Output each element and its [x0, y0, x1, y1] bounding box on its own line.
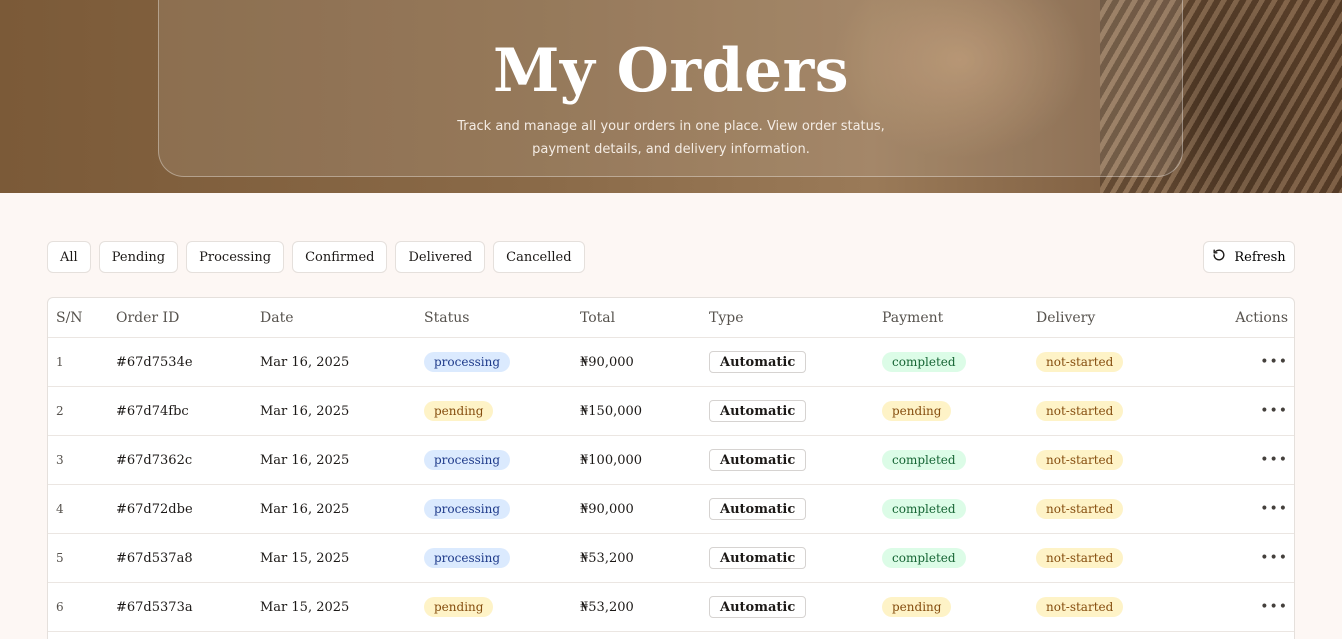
type-tag: Automatic	[709, 400, 807, 422]
order-date: Mar 15, 2025	[260, 599, 350, 615]
row-sn: 6	[56, 600, 64, 614]
more-actions-icon[interactable]: •••	[1260, 452, 1288, 468]
type-tag: Automatic	[709, 596, 807, 618]
column-header-actions: Actions	[1235, 309, 1288, 326]
order-date: Mar 16, 2025	[260, 501, 350, 517]
type-tag: Automatic	[709, 351, 807, 373]
table-row: 1 #67d7534e Mar 16, 2025 processing ₦90,…	[48, 338, 1294, 387]
row-sn: 5	[56, 551, 64, 565]
column-header-date: Date	[260, 309, 294, 326]
filter-pending-button[interactable]: Pending	[98, 241, 179, 273]
payment-badge: pending	[882, 597, 952, 617]
delivery-badge: not-started	[1036, 401, 1124, 421]
column-header-type: Type	[709, 309, 744, 326]
order-id: #67d5373a	[116, 599, 193, 615]
order-date: Mar 16, 2025	[260, 452, 350, 468]
refresh-icon	[1212, 248, 1226, 266]
filter-all-button[interactable]: All	[47, 241, 91, 273]
table-row: 4 #67d72dbe Mar 16, 2025 processing ₦90,…	[48, 485, 1294, 534]
refresh-label: Refresh	[1234, 249, 1286, 265]
order-total: ₦100,000	[580, 452, 643, 468]
status-badge: processing	[424, 499, 511, 519]
status-filter-bar: All Pending Processing Confirmed Deliver…	[47, 241, 585, 273]
status-badge: pending	[424, 597, 494, 617]
order-total: ₦150,000	[580, 403, 643, 419]
payment-badge: completed	[882, 450, 966, 470]
column-header-sn: S/N	[56, 309, 83, 326]
column-header-order-id: Order ID	[116, 309, 180, 326]
status-badge: processing	[424, 450, 511, 470]
table-row: 5 #67d537a8 Mar 15, 2025 processing ₦53,…	[48, 534, 1294, 583]
type-tag: Automatic	[709, 547, 807, 569]
more-actions-icon[interactable]: •••	[1260, 501, 1288, 517]
page-title: My Orders	[492, 36, 850, 106]
order-id: #67d72dbe	[116, 501, 193, 517]
more-actions-icon[interactable]: •••	[1260, 550, 1288, 566]
delivery-badge: not-started	[1036, 548, 1124, 568]
column-header-payment: Payment	[882, 309, 944, 326]
row-sn: 3	[56, 453, 64, 467]
row-sn: 4	[56, 502, 64, 516]
hero-banner: My Orders Track and manage all your orde…	[0, 0, 1342, 193]
column-header-status: Status	[424, 309, 470, 326]
table-row: 2 #67d74fbc Mar 16, 2025 pending ₦150,00…	[48, 387, 1294, 436]
payment-badge: completed	[882, 548, 966, 568]
row-sn: 2	[56, 404, 64, 418]
filter-delivered-button[interactable]: Delivered	[395, 241, 486, 273]
order-date: Mar 15, 2025	[260, 550, 350, 566]
order-date: Mar 16, 2025	[260, 403, 350, 419]
table-row: 3 #67d7362c Mar 16, 2025 processing ₦100…	[48, 436, 1294, 485]
status-badge: processing	[424, 548, 511, 568]
order-total: ₦90,000	[580, 501, 634, 517]
order-date: Mar 16, 2025	[260, 354, 350, 370]
delivery-badge: not-started	[1036, 352, 1124, 372]
table-header-row: S/N Order ID Date Status Total Type Paym…	[48, 298, 1294, 338]
order-id: #67d537a8	[116, 550, 193, 566]
payment-badge: pending	[882, 401, 952, 421]
delivery-badge: not-started	[1036, 597, 1124, 617]
order-total: ₦53,200	[580, 599, 634, 615]
order-id: #67d7362c	[116, 452, 193, 468]
column-header-total: Total	[580, 309, 616, 326]
payment-badge: completed	[882, 352, 966, 372]
order-id: #67d7534e	[116, 354, 193, 370]
type-tag: Automatic	[709, 498, 807, 520]
filter-confirmed-button[interactable]: Confirmed	[292, 241, 388, 273]
type-tag: Automatic	[709, 449, 807, 471]
row-sn: 1	[56, 355, 64, 369]
order-total: ₦53,200	[580, 550, 634, 566]
page-subtitle: Track and manage all your orders in one …	[457, 119, 885, 157]
refresh-button[interactable]: Refresh	[1203, 241, 1295, 273]
column-header-delivery: Delivery	[1036, 309, 1096, 326]
table-row: 6 #67d5373a Mar 15, 2025 pending ₦53,200…	[48, 583, 1294, 632]
filter-processing-button[interactable]: Processing	[186, 241, 285, 273]
order-total: ₦90,000	[580, 354, 634, 370]
filter-cancelled-button[interactable]: Cancelled	[493, 241, 585, 273]
payment-badge: completed	[882, 499, 966, 519]
more-actions-icon[interactable]: •••	[1260, 354, 1288, 370]
status-badge: processing	[424, 352, 511, 372]
delivery-badge: not-started	[1036, 499, 1124, 519]
status-badge: pending	[424, 401, 494, 421]
orders-table: S/N Order ID Date Status Total Type Paym…	[47, 297, 1295, 639]
delivery-badge: not-started	[1036, 450, 1124, 470]
more-actions-icon[interactable]: •••	[1260, 403, 1288, 419]
more-actions-icon[interactable]: •••	[1260, 599, 1288, 615]
order-id: #67d74fbc	[116, 403, 189, 419]
